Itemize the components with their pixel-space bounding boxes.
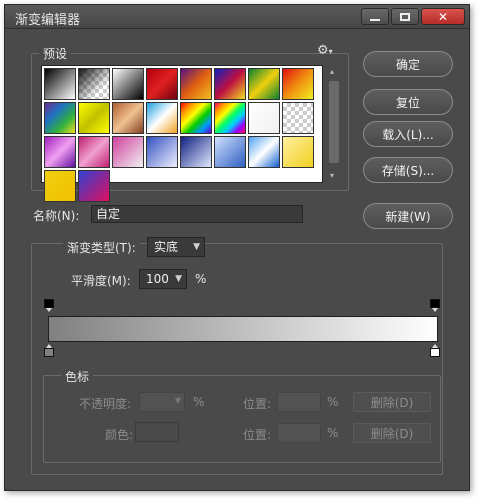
presets-label: 预设 — [39, 45, 72, 62]
ok-button[interactable]: 确定 — [363, 51, 453, 77]
scroll-thumb[interactable] — [329, 81, 339, 163]
preset-swatch[interactable] — [146, 68, 178, 100]
delete-button[interactable]: 删除(D) — [353, 392, 431, 412]
preset-swatch[interactable] — [112, 68, 144, 100]
color-swatch-input[interactable] — [135, 422, 179, 442]
preset-swatch[interactable] — [112, 136, 144, 168]
opacity-input[interactable]: ▼ — [139, 392, 185, 412]
reset-button[interactable]: 复位 — [363, 89, 453, 115]
opacity-stop-right[interactable] — [430, 299, 440, 313]
minimize-icon — [370, 18, 380, 21]
preset-swatch[interactable] — [180, 136, 212, 168]
location2-input[interactable] — [277, 423, 321, 443]
location-label: 位置: — [243, 397, 272, 411]
color-stop-left-swatch — [44, 348, 54, 357]
chevron-down-icon: ▼ — [174, 396, 181, 405]
preset-swatch[interactable] — [180, 68, 212, 100]
name-label: 名称(N): — [33, 209, 80, 223]
preset-swatch[interactable] — [282, 68, 314, 100]
color-stops-label: 色标 — [61, 368, 94, 385]
preset-swatch[interactable] — [78, 68, 110, 100]
minimize-button[interactable] — [361, 8, 389, 25]
smoothness-input[interactable]: 100 ▼ — [139, 269, 187, 289]
location2-unit: % — [327, 426, 339, 440]
preset-swatch[interactable] — [78, 170, 110, 202]
gradient-editor-window: 渐变编辑器 ✕ 预设 ⚙▾ ▴ ▾ 确定 复位 载入(L)... 存储(S)..… — [4, 4, 470, 491]
preset-swatch[interactable] — [282, 102, 314, 134]
color-stop-right[interactable] — [430, 344, 440, 358]
preset-swatch[interactable] — [248, 102, 280, 134]
smoothness-label: 平滑度(M): — [71, 274, 131, 288]
preset-swatch[interactable] — [78, 136, 110, 168]
delete2-button[interactable]: 删除(D) — [353, 423, 431, 443]
maximize-icon — [400, 12, 410, 21]
preset-swatch[interactable] — [44, 102, 76, 134]
preset-swatch[interactable] — [112, 102, 144, 134]
presets-scrollbar[interactable]: ▴ ▾ — [327, 67, 341, 183]
maximize-button[interactable] — [391, 8, 419, 25]
gradient-preview-bar[interactable] — [48, 316, 438, 342]
chevron-down-icon: ▼ — [193, 242, 200, 252]
preset-swatch[interactable] — [282, 136, 314, 168]
location-input[interactable] — [277, 392, 321, 412]
preset-swatch[interactable] — [180, 102, 212, 134]
preset-swatch[interactable] — [146, 136, 178, 168]
opacity-unit: % — [193, 395, 205, 409]
preset-swatch[interactable] — [146, 102, 178, 134]
preset-swatch-grid — [41, 65, 323, 202]
gradient-type-value: 实底 — [154, 240, 179, 254]
close-icon: ✕ — [437, 9, 449, 24]
save-button[interactable]: 存储(S)... — [363, 157, 453, 183]
title-bar[interactable]: 渐变编辑器 ✕ — [5, 5, 469, 29]
new-button[interactable]: 新建(W) — [363, 203, 453, 229]
preset-swatch[interactable] — [248, 136, 280, 168]
preset-swatch[interactable] — [214, 136, 246, 168]
load-button[interactable]: 载入(L)... — [363, 121, 453, 147]
name-input[interactable]: 自定 — [91, 205, 303, 223]
smoothness-unit: % — [195, 272, 207, 286]
preset-swatch[interactable] — [214, 68, 246, 100]
gradient-type-dropdown[interactable]: 实底 ▼ — [147, 237, 205, 257]
opacity-label: 不透明度: — [79, 397, 132, 411]
window-title: 渐变编辑器 — [15, 13, 81, 28]
gradient-type-label: 渐变类型(T): — [63, 239, 140, 256]
preset-swatch[interactable] — [214, 102, 246, 134]
color-label: 颜色: — [105, 428, 134, 442]
location2-label: 位置: — [243, 428, 272, 442]
preset-swatch[interactable] — [44, 170, 76, 202]
close-button[interactable]: ✕ — [421, 8, 465, 25]
preset-swatch[interactable] — [248, 68, 280, 100]
chevron-down-icon: ▼ — [175, 274, 182, 284]
scroll-down-icon[interactable]: ▾ — [330, 171, 334, 180]
preset-swatch[interactable] — [44, 68, 76, 100]
preset-swatch[interactable] — [44, 136, 76, 168]
location-unit: % — [327, 395, 339, 409]
color-stop-right-swatch — [430, 348, 440, 357]
smoothness-value: 100 — [146, 272, 169, 286]
opacity-stop-left[interactable] — [44, 299, 54, 313]
color-stop-left[interactable] — [44, 344, 54, 358]
color-stops-group — [43, 375, 441, 463]
preset-swatch[interactable] — [78, 102, 110, 134]
gear-icon[interactable]: ⚙▾ — [317, 44, 333, 57]
scroll-up-icon[interactable]: ▴ — [330, 67, 334, 76]
